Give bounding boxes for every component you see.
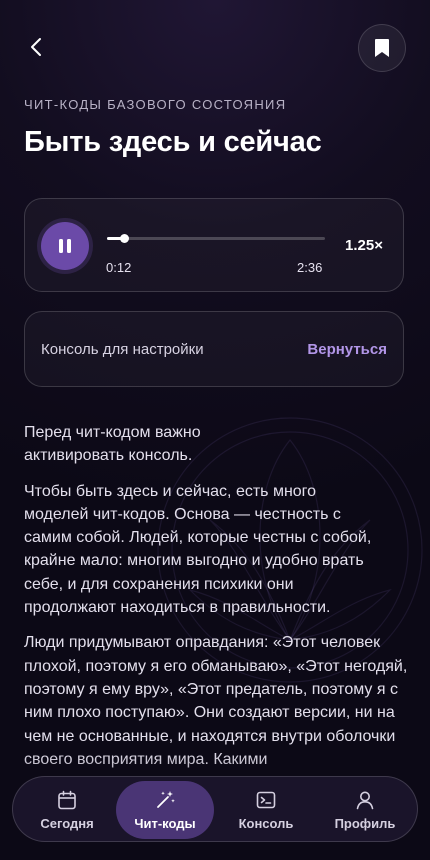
paragraph: Перед чит-кодом важно активировать консо… (24, 424, 201, 465)
progress-track[interactable] (107, 234, 325, 243)
bottom-tab-bar: Сегодня Чит-коды Консоль Профиль (12, 776, 418, 842)
tab-label: Консоль (238, 816, 294, 831)
tab-today[interactable]: Сегодня (17, 781, 117, 839)
console-card: Консоль для настройки Вернуться (24, 311, 404, 387)
tab-profile[interactable]: Профиль (315, 781, 415, 839)
total-time: 2:36 (297, 260, 323, 275)
pause-button[interactable] (41, 222, 89, 270)
calendar-icon (58, 790, 76, 810)
user-icon (356, 791, 374, 810)
return-button[interactable]: Вернуться (307, 341, 387, 358)
tab-label: Сегодня (40, 816, 94, 831)
tab-label: Профиль (334, 816, 396, 831)
back-button[interactable] (14, 24, 60, 70)
audio-player: 0:12 2:36 1.25× (24, 198, 404, 292)
article-body: Перед чит-кодом важно активировать консо… (24, 421, 410, 783)
magic-wand-icon (157, 791, 175, 808)
bookmark-button[interactable] (358, 24, 406, 72)
pause-icon (59, 239, 71, 253)
page-title: Быть здесь и сейчас (24, 126, 322, 158)
category-label: ЧИТ-КОДЫ БАЗОВОГО СОСТОЯНИЯ (24, 97, 287, 112)
tab-label: Чит-коды (134, 816, 196, 831)
current-time: 0:12 (106, 260, 132, 275)
chevron-left-icon (31, 38, 41, 56)
paragraph: Чтобы быть здесь и сейчас, есть много мо… (24, 482, 372, 617)
tab-cheat-codes[interactable]: Чит-коды (116, 781, 214, 839)
tab-console[interactable]: Консоль (216, 781, 316, 839)
bookmark-icon (375, 39, 389, 57)
console-label: Консоль для настройки (41, 341, 204, 358)
progress-thumb[interactable] (119, 234, 129, 243)
playback-speed-button[interactable]: 1.25× (345, 237, 383, 254)
terminal-icon (256, 791, 276, 809)
